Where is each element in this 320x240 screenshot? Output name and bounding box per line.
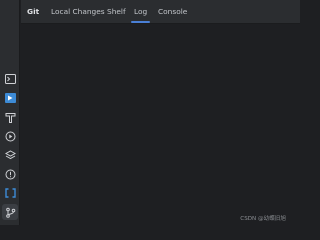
left-tool-strip <box>0 0 20 225</box>
problems-icon[interactable] <box>4 168 16 180</box>
code-with-me-icon[interactable] <box>4 187 16 199</box>
watermark: CSDN @幼蝶旧旭 <box>240 216 286 222</box>
debug-icon[interactable] <box>4 130 16 142</box>
tab-shelf[interactable]: Shelf <box>107 0 126 24</box>
run-icon[interactable] <box>4 92 16 104</box>
log-content-area <box>21 24 300 225</box>
tab-log[interactable]: Log <box>130 0 151 24</box>
git-icon[interactable] <box>2 204 18 220</box>
tab-console[interactable]: Console <box>158 0 187 24</box>
build-icon[interactable] <box>4 111 16 123</box>
tool-window-title: Git <box>27 7 40 16</box>
tab-local-changes[interactable]: Local Changes <box>51 0 105 24</box>
tool-window-header: Git Local Changes Shelf Log Console <box>21 0 300 24</box>
ide-window: Git Local Changes Shelf Log Console CSDN… <box>0 0 300 225</box>
terminal-icon[interactable] <box>4 73 16 85</box>
layers-icon[interactable] <box>4 149 16 161</box>
